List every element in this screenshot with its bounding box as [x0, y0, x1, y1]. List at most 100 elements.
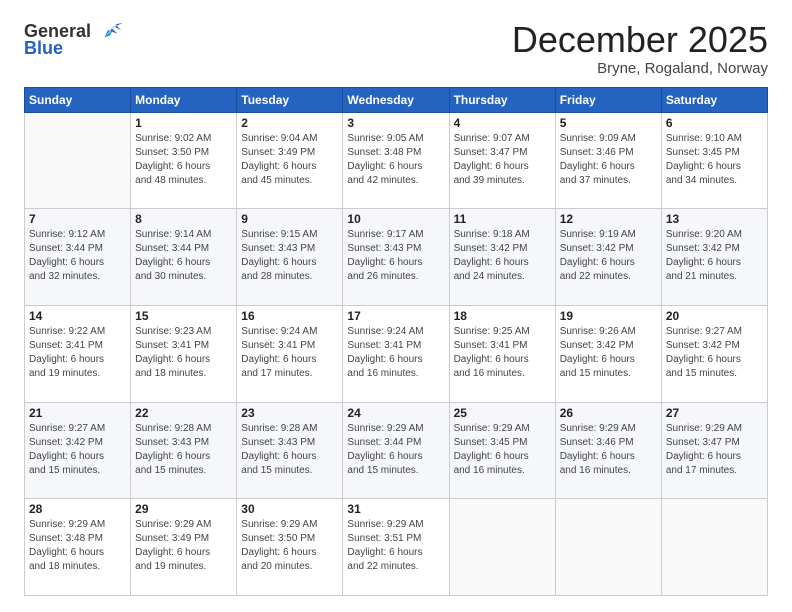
calendar-week-row: 1Sunrise: 9:02 AMSunset: 3:50 PMDaylight… [25, 112, 768, 209]
day-number: 19 [560, 309, 657, 323]
table-row: 23Sunrise: 9:28 AMSunset: 3:43 PMDayligh… [237, 402, 343, 499]
table-row: 29 Sunrise: 9:29 AMSunset: 3:49 PMDayligh… [131, 499, 237, 596]
day-info: Sunrise: 9:26 AMSunset: 3:42 PMDaylight:… [560, 325, 657, 381]
day-number: 30 [241, 502, 338, 516]
day-number: 20 [666, 309, 763, 323]
calendar-week-row: 21 Sunrise: 9:27 AMSunset: 3:42 PMDayligh… [25, 402, 768, 499]
day-info: Sunrise: 9:29 AMSunset: 3:51 PMDaylight:… [347, 518, 444, 574]
table-row [555, 499, 661, 596]
day-number: 25 [454, 406, 551, 420]
day-number: 13 [666, 212, 763, 226]
table-row [25, 112, 131, 209]
day-info: Sunrise: 9:29 AMSunset: 3:50 PMDaylight:… [241, 518, 338, 574]
day-info: Sunrise: 9:20 AMSunset: 3:42 PMDaylight:… [666, 228, 763, 284]
day-number: 11 [454, 212, 551, 226]
table-row: 18Sunrise: 9:25 AMSunset: 3:41 PMDayligh… [449, 305, 555, 402]
table-row: 11 Sunrise: 9:18 AMSunset: 3:42 PMDayligh… [449, 209, 555, 306]
day-info: Sunrise: 9:15 AMSunset: 3:43 PMDaylight:… [241, 228, 338, 284]
col-wednesday: Wednesday [343, 87, 449, 112]
day-number: 27 [666, 406, 763, 420]
day-number: 26 [560, 406, 657, 420]
day-number: 6 [666, 116, 763, 130]
logo: General Blue [24, 20, 123, 59]
location: Bryne, Rogaland, Norway [512, 60, 768, 77]
day-info: Sunrise: 9:23 AMSunset: 3:41 PMDaylight:… [135, 325, 232, 381]
day-number: 4 [454, 116, 551, 130]
day-number: 21 [29, 406, 126, 420]
calendar-week-row: 14 Sunrise: 9:22 AMSunset: 3:41 PMDayligh… [25, 305, 768, 402]
day-number: 14 [29, 309, 126, 323]
table-row: 10 Sunrise: 9:17 AMSunset: 3:43 PMDayligh… [343, 209, 449, 306]
table-row: 12 Sunrise: 9:19 AMSunset: 3:42 PMDayligh… [555, 209, 661, 306]
col-thursday: Thursday [449, 87, 555, 112]
table-row: 31 Sunrise: 9:29 AMSunset: 3:51 PMDayligh… [343, 499, 449, 596]
table-row: 20 Sunrise: 9:27 AMSunset: 3:42 PMDayligh… [661, 305, 767, 402]
day-info: Sunrise: 9:14 AMSunset: 3:44 PMDaylight:… [135, 228, 232, 284]
table-row [661, 499, 767, 596]
day-info: Sunrise: 9:29 AMSunset: 3:45 PMDaylight:… [454, 422, 551, 478]
day-info: Sunrise: 9:29 AMSunset: 3:48 PMDaylight:… [29, 518, 126, 574]
table-row [449, 499, 555, 596]
day-info: Sunrise: 9:09 AMSunset: 3:46 PMDaylight:… [560, 132, 657, 188]
table-row: 1Sunrise: 9:02 AMSunset: 3:50 PMDaylight… [131, 112, 237, 209]
day-number: 15 [135, 309, 232, 323]
table-row: 19 Sunrise: 9:26 AMSunset: 3:42 PMDayligh… [555, 305, 661, 402]
table-row: 26 Sunrise: 9:29 AMSunset: 3:46 PMDayligh… [555, 402, 661, 499]
header: General Blue December 2025 Bryne, Rogala… [24, 20, 768, 77]
day-number: 3 [347, 116, 444, 130]
day-info: Sunrise: 9:27 AMSunset: 3:42 PMDaylight:… [666, 325, 763, 381]
day-info: Sunrise: 9:29 AMSunset: 3:47 PMDaylight:… [666, 422, 763, 478]
day-info: Sunrise: 9:25 AMSunset: 3:41 PMDaylight:… [454, 325, 551, 381]
month-title: December 2025 [512, 20, 768, 60]
col-tuesday: Tuesday [237, 87, 343, 112]
logo-bird-icon [95, 20, 123, 42]
day-number: 8 [135, 212, 232, 226]
table-row: 15 Sunrise: 9:23 AMSunset: 3:41 PMDayligh… [131, 305, 237, 402]
title-block: December 2025 Bryne, Rogaland, Norway [512, 20, 768, 77]
day-number: 29 [135, 502, 232, 516]
col-friday: Friday [555, 87, 661, 112]
day-info: Sunrise: 9:28 AMSunset: 3:43 PMDaylight:… [135, 422, 232, 478]
calendar-week-row: 7Sunrise: 9:12 AMSunset: 3:44 PMDaylight… [25, 209, 768, 306]
day-number: 9 [241, 212, 338, 226]
day-info: Sunrise: 9:22 AMSunset: 3:41 PMDaylight:… [29, 325, 126, 381]
day-info: Sunrise: 9:29 AMSunset: 3:49 PMDaylight:… [135, 518, 232, 574]
day-info: Sunrise: 9:17 AMSunset: 3:43 PMDaylight:… [347, 228, 444, 284]
day-number: 16 [241, 309, 338, 323]
table-row: 21 Sunrise: 9:27 AMSunset: 3:42 PMDayligh… [25, 402, 131, 499]
day-info: Sunrise: 9:29 AMSunset: 3:46 PMDaylight:… [560, 422, 657, 478]
day-number: 2 [241, 116, 338, 130]
day-info: Sunrise: 9:12 AMSunset: 3:44 PMDaylight:… [29, 228, 126, 284]
day-info: Sunrise: 9:19 AMSunset: 3:42 PMDaylight:… [560, 228, 657, 284]
day-number: 22 [135, 406, 232, 420]
day-number: 17 [347, 309, 444, 323]
day-info: Sunrise: 9:27 AMSunset: 3:42 PMDaylight:… [29, 422, 126, 478]
table-row: 27 Sunrise: 9:29 AMSunset: 3:47 PMDayligh… [661, 402, 767, 499]
table-row: 25 Sunrise: 9:29 AMSunset: 3:45 PMDayligh… [449, 402, 555, 499]
day-info: Sunrise: 9:10 AMSunset: 3:45 PMDaylight:… [666, 132, 763, 188]
calendar-week-row: 28Sunrise: 9:29 AMSunset: 3:48 PMDayligh… [25, 499, 768, 596]
day-info: Sunrise: 9:24 AMSunset: 3:41 PMDaylight:… [241, 325, 338, 381]
calendar-table: Sunday Monday Tuesday Wednesday Thursday… [24, 87, 768, 596]
table-row: 4 Sunrise: 9:07 AMSunset: 3:47 PMDaylight… [449, 112, 555, 209]
table-row: 14 Sunrise: 9:22 AMSunset: 3:41 PMDayligh… [25, 305, 131, 402]
day-info: Sunrise: 9:07 AMSunset: 3:47 PMDaylight:… [454, 132, 551, 188]
calendar-header-row: Sunday Monday Tuesday Wednesday Thursday… [25, 87, 768, 112]
table-row: 24Sunrise: 9:29 AMSunset: 3:44 PMDayligh… [343, 402, 449, 499]
day-number: 10 [347, 212, 444, 226]
day-info: Sunrise: 9:28 AMSunset: 3:43 PMDaylight:… [241, 422, 338, 478]
table-row: 9 Sunrise: 9:15 AMSunset: 3:43 PMDaylight… [237, 209, 343, 306]
day-number: 12 [560, 212, 657, 226]
day-number: 31 [347, 502, 444, 516]
table-row: 3Sunrise: 9:05 AMSunset: 3:48 PMDaylight… [343, 112, 449, 209]
table-row: 7Sunrise: 9:12 AMSunset: 3:44 PMDaylight… [25, 209, 131, 306]
day-number: 1 [135, 116, 232, 130]
day-info: Sunrise: 9:18 AMSunset: 3:42 PMDaylight:… [454, 228, 551, 284]
day-info: Sunrise: 9:04 AMSunset: 3:49 PMDaylight:… [241, 132, 338, 188]
table-row: 5Sunrise: 9:09 AMSunset: 3:46 PMDaylight… [555, 112, 661, 209]
day-info: Sunrise: 9:29 AMSunset: 3:44 PMDaylight:… [347, 422, 444, 478]
table-row: 8 Sunrise: 9:14 AMSunset: 3:44 PMDaylight… [131, 209, 237, 306]
table-row: 28Sunrise: 9:29 AMSunset: 3:48 PMDayligh… [25, 499, 131, 596]
table-row: 6 Sunrise: 9:10 AMSunset: 3:45 PMDaylight… [661, 112, 767, 209]
table-row: 17Sunrise: 9:24 AMSunset: 3:41 PMDayligh… [343, 305, 449, 402]
